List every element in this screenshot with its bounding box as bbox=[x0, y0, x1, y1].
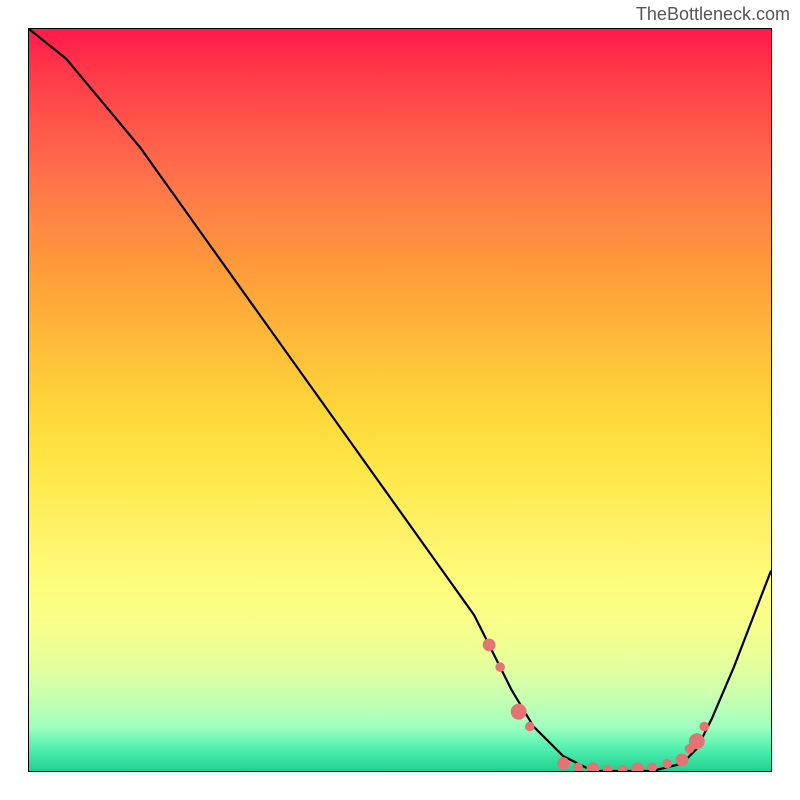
marker-point bbox=[648, 763, 658, 771]
marker-point bbox=[689, 733, 705, 749]
marker-point bbox=[586, 762, 599, 771]
marker-point bbox=[483, 638, 496, 651]
bottleneck-curve-line bbox=[29, 29, 771, 771]
marker-point bbox=[603, 765, 613, 771]
watermark-text: TheBottleneck.com bbox=[636, 4, 790, 25]
highlight-markers bbox=[483, 638, 709, 771]
marker-point bbox=[676, 753, 689, 766]
marker-point bbox=[631, 762, 644, 771]
marker-point bbox=[495, 662, 505, 672]
chart-plot-area bbox=[28, 28, 772, 772]
marker-point bbox=[573, 763, 583, 771]
marker-point bbox=[662, 759, 672, 769]
marker-point bbox=[618, 765, 628, 771]
chart-svg bbox=[29, 29, 771, 771]
marker-point bbox=[699, 722, 709, 732]
marker-point bbox=[557, 757, 570, 770]
marker-point bbox=[511, 704, 527, 720]
marker-point bbox=[525, 722, 535, 732]
